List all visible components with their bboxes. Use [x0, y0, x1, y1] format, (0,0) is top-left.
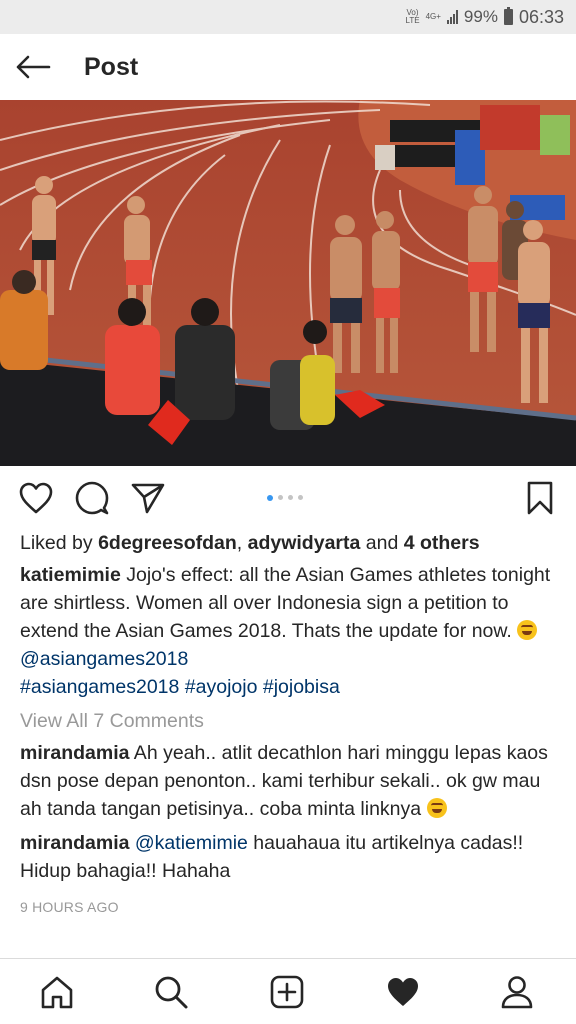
comment-mention[interactable]: @katiemimie	[135, 832, 248, 854]
profile-icon	[501, 976, 533, 1009]
carousel-dot	[288, 495, 293, 500]
nav-new-post[interactable]	[264, 969, 310, 1015]
comment-username[interactable]: mirandamia	[20, 742, 129, 764]
network-type: 4G+	[425, 12, 441, 21]
carousel-indicator	[267, 494, 303, 501]
top-app-bar: Post	[0, 34, 576, 100]
likes-others-link[interactable]: 4 others	[404, 532, 480, 554]
comment: mirandamia Ah yeah.. atlit decathlon har…	[20, 739, 560, 823]
comment-bubble-icon	[75, 481, 109, 515]
save-button[interactable]	[520, 478, 560, 518]
network-bottom-label: LTE	[405, 16, 420, 25]
post-caption: katiemimie Jojo's effect: all the Asian …	[20, 561, 560, 701]
athletes-track-photo	[0, 100, 576, 466]
nav-home[interactable]	[34, 969, 80, 1015]
page-title: Post	[84, 52, 139, 81]
home-icon	[41, 976, 73, 1009]
hashtag-link[interactable]: #asiangames2018	[20, 676, 179, 698]
hashtag-link[interactable]: #ayojojo	[185, 676, 258, 698]
arrow-left-icon	[16, 55, 51, 79]
post-image[interactable]	[0, 100, 576, 466]
comment-button[interactable]	[72, 478, 112, 518]
like-button[interactable]	[16, 478, 56, 518]
post-timestamp: 9 HOURS AGO	[20, 899, 119, 915]
emoji-icon	[517, 620, 538, 640]
paper-plane-icon	[131, 483, 165, 514]
nav-activity[interactable]	[380, 969, 426, 1015]
heart-outline-icon	[19, 482, 53, 514]
likes-summary: Liked by 6degreesofdan, adywidyarta and …	[20, 528, 560, 558]
nav-profile[interactable]	[494, 969, 540, 1015]
battery-percent: 99%	[463, 7, 498, 26]
likes-and: and	[360, 532, 404, 554]
add-post-icon	[270, 975, 304, 1009]
share-button[interactable]	[128, 478, 168, 518]
carousel-dot-active	[267, 494, 273, 501]
post-details: Liked by 6degreesofdan, adywidyarta and …	[20, 528, 560, 921]
bottom-nav	[0, 958, 576, 1024]
status-bar: Vo) LTE 4G+ 99% 06:33	[0, 0, 576, 34]
caption-mention[interactable]: @asiangames2018	[20, 648, 188, 670]
comment-username[interactable]: mirandamia	[20, 832, 129, 854]
view-all-comments-link[interactable]: View All 7 Comments	[20, 707, 560, 735]
caption-username[interactable]: katiemimie	[20, 564, 121, 586]
liker-username[interactable]: 6degreesofdan	[98, 532, 237, 554]
comment: mirandamia @katiemimie hauahaua itu arti…	[20, 829, 560, 885]
bookmark-icon	[527, 481, 553, 515]
battery-icon	[503, 7, 513, 25]
search-icon	[155, 976, 188, 1009]
likes-separator: ,	[236, 532, 248, 554]
nav-search[interactable]	[148, 969, 194, 1015]
likes-prefix: Liked by	[20, 532, 99, 554]
carousel-dot	[278, 495, 283, 500]
liker-username[interactable]: adywidyarta	[248, 532, 361, 554]
volte-indicator: Vo) LTE	[406, 9, 420, 25]
activity-heart-icon	[388, 978, 418, 1006]
back-button[interactable]	[0, 34, 66, 100]
signal-icon	[446, 10, 458, 24]
carousel-dot	[298, 495, 303, 500]
laughing-emoji-icon	[426, 798, 447, 818]
hashtag-link[interactable]: #jojobisa	[263, 676, 340, 698]
clock: 06:33	[518, 6, 564, 27]
